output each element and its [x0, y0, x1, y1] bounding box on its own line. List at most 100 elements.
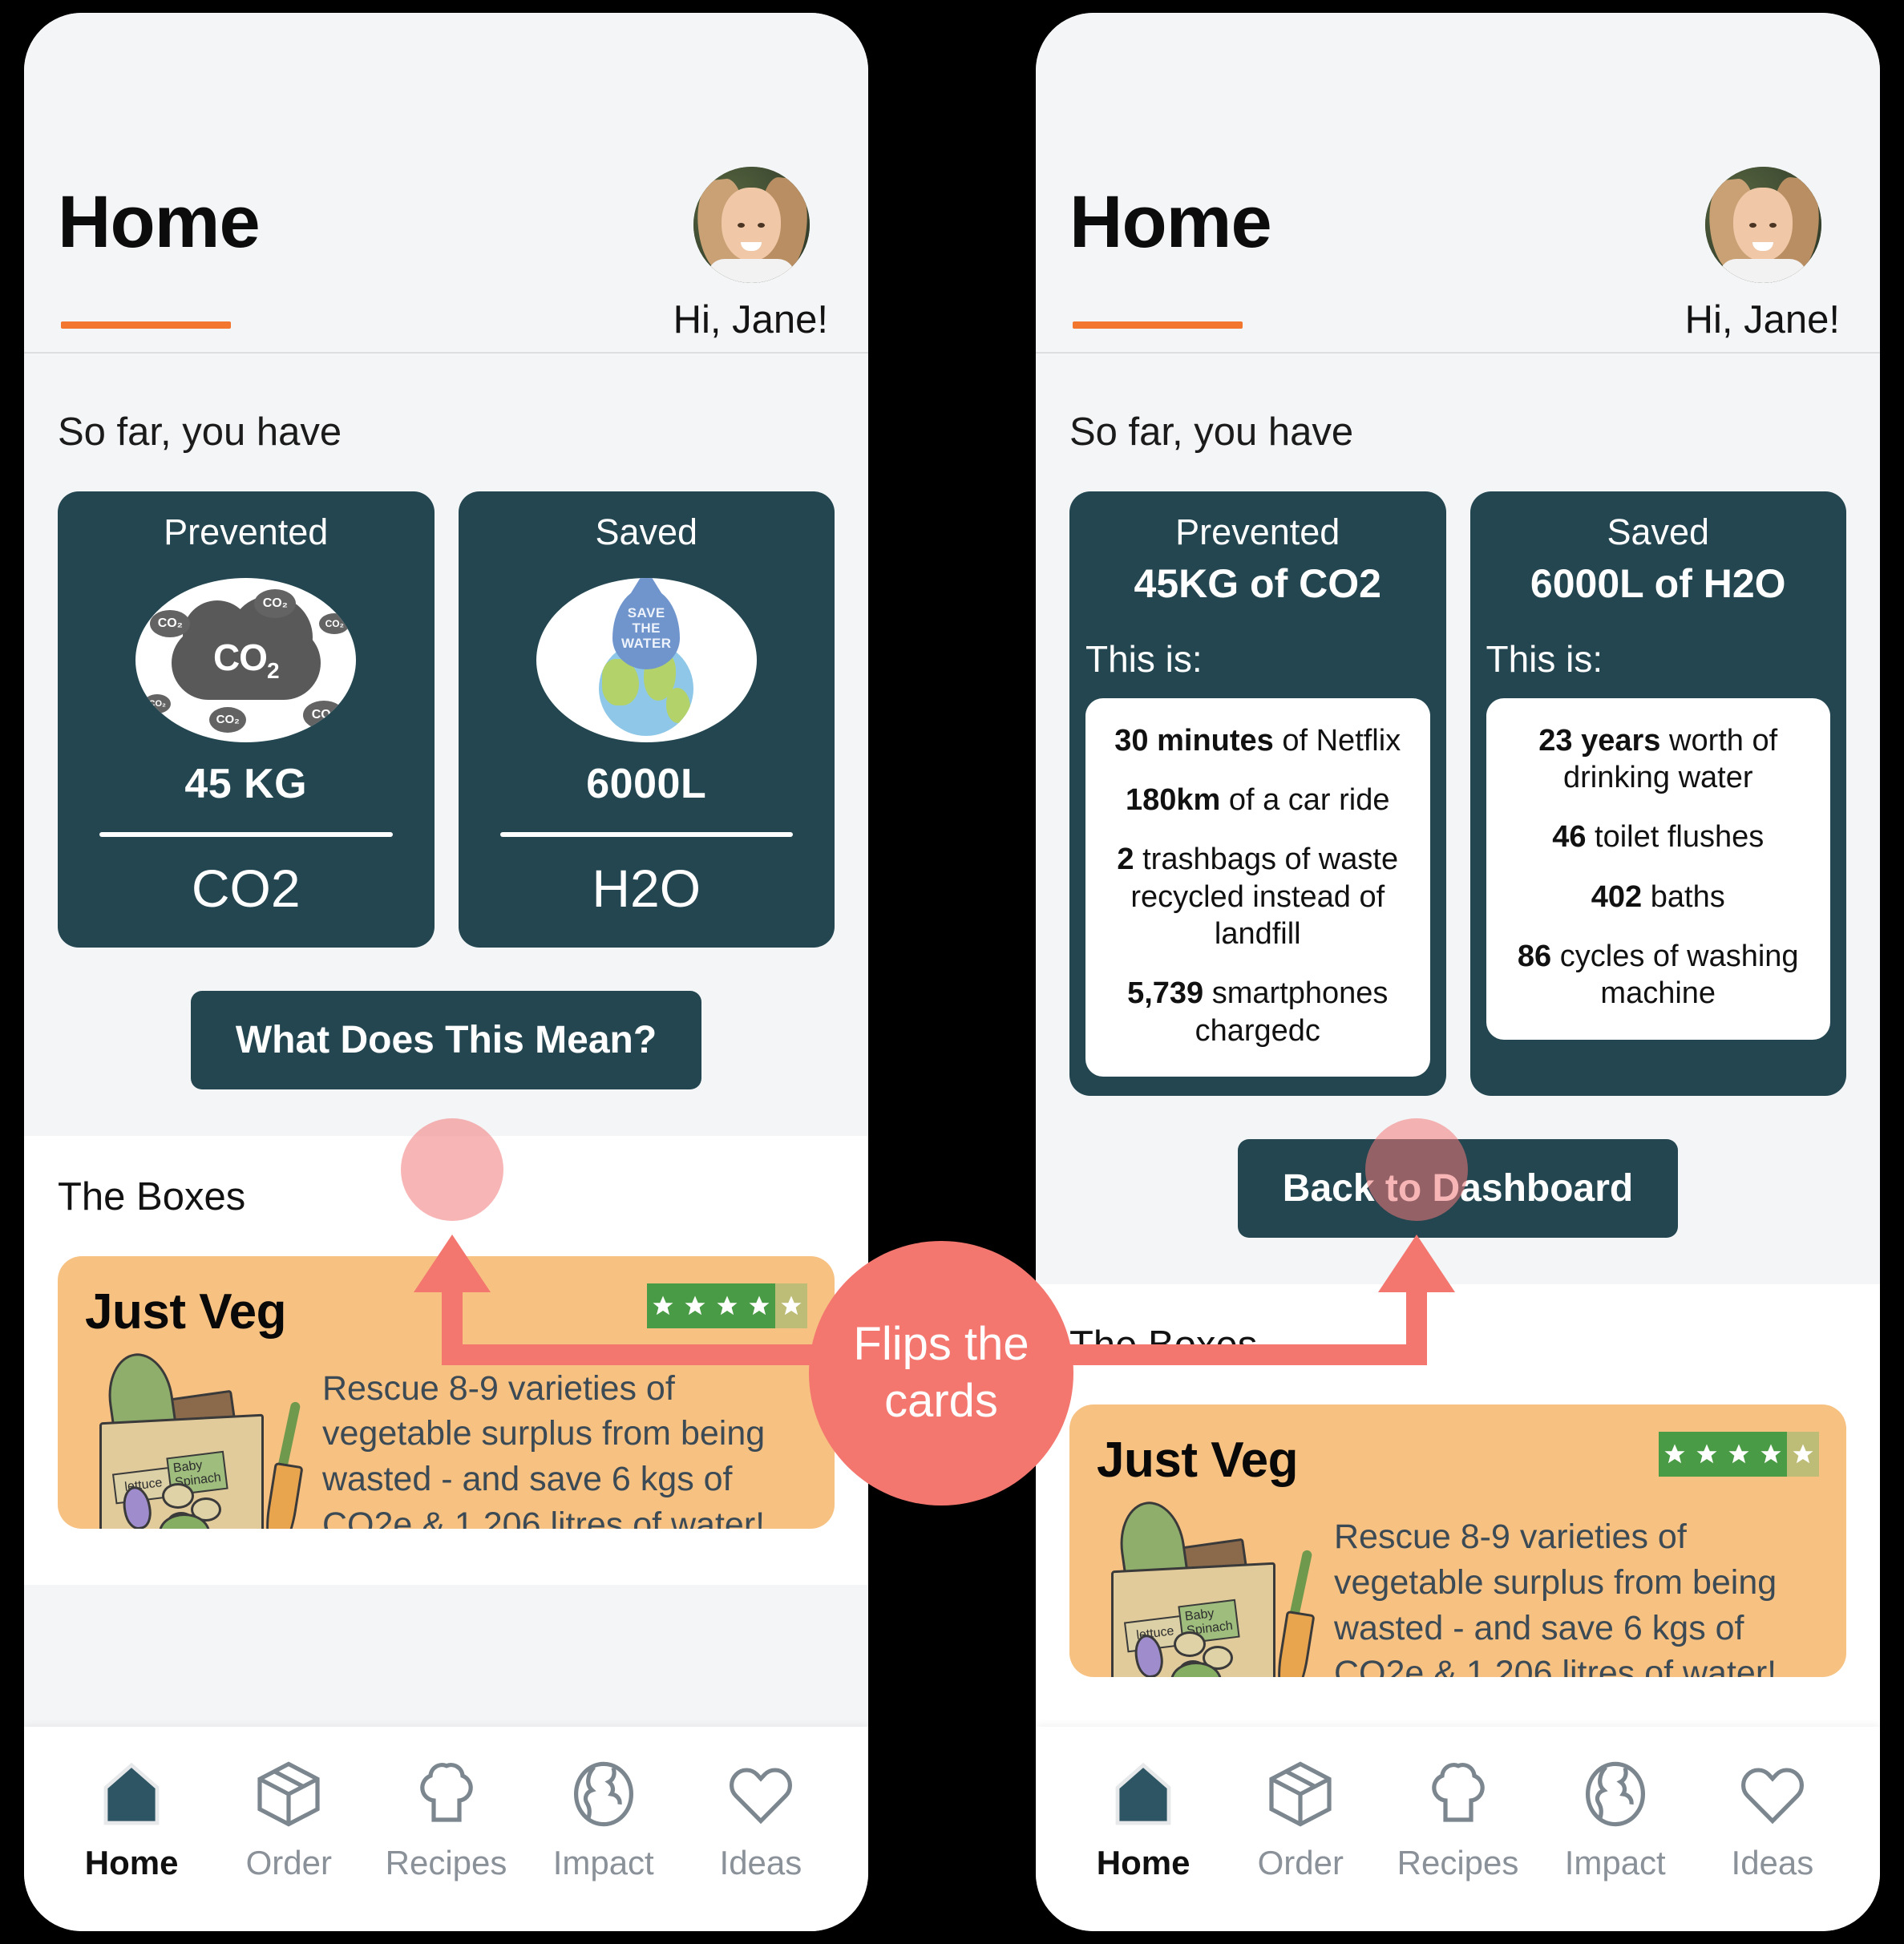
- box-icon: [1222, 1749, 1379, 1839]
- impact-card-h2o-flipped[interactable]: Saved 6000L of H2O This is: 23 years wor…: [1469, 491, 1846, 1097]
- fact-item: 180km of a car ride: [1125, 782, 1390, 817]
- star-icon: [743, 1283, 775, 1328]
- tab-label: Recipes: [385, 1844, 507, 1881]
- impact-card-headline: 45KG of CO2: [1134, 560, 1381, 606]
- title-underline: [1073, 321, 1243, 329]
- veg-bag-illustration: lettuce Baby Spinach: [85, 1348, 304, 1529]
- home-icon: [53, 1749, 210, 1839]
- fact-item: 86 cycles of washing machine: [1517, 939, 1799, 1011]
- title-underline: [61, 321, 231, 329]
- veg-bag-illustration: lettuce Baby Spinach: [1097, 1497, 1316, 1678]
- impact-intro: So far, you have: [58, 410, 342, 454]
- tab-ideas[interactable]: Ideas: [682, 1749, 839, 1882]
- box-icon: [210, 1749, 367, 1839]
- chef-hat-icon: [367, 1749, 524, 1839]
- star-icon: [1659, 1432, 1691, 1477]
- avatar[interactable]: [693, 167, 810, 283]
- impact-card-value: 6000L: [586, 760, 707, 807]
- tab-label: Recipes: [1397, 1844, 1519, 1881]
- boxes-section-title: The Boxes: [58, 1174, 246, 1219]
- fact-list: 23 years worth of drinking water 46 toil…: [1486, 697, 1830, 1040]
- what-does-this-mean-button[interactable]: What Does This Mean?: [190, 990, 702, 1089]
- back-to-dashboard-button[interactable]: Back to Dashboard: [1237, 1139, 1679, 1239]
- impact-section: So far, you have Prevented CO2 CO₂ CO₂ C…: [24, 354, 868, 1136]
- comparison-board: Home Hi, Jane! So far, you have Prevente…: [0, 0, 1904, 1944]
- box-card-description: Rescue 8-9 varieties of vegetable surplu…: [322, 1368, 766, 1529]
- boxes-section: The Boxes Just Veg lettuce Baby Spinach …: [24, 1135, 868, 1585]
- profile-block[interactable]: Hi, Jane!: [1683, 167, 1843, 342]
- greeting-text: Hi, Jane!: [1684, 298, 1840, 342]
- tab-recipes[interactable]: Recipes: [1379, 1749, 1536, 1882]
- profile-block[interactable]: Hi, Jane!: [671, 167, 831, 342]
- impact-card-co2[interactable]: Prevented CO2 CO₂ CO₂ CO₂ CO₂ CO₂ CO₂ 45…: [58, 491, 435, 948]
- app-header: Home Hi, Jane!: [1036, 13, 1880, 354]
- home-icon: [1065, 1749, 1222, 1839]
- impact-card-row: Prevented 45KG of CO2 This is: 30 minute…: [1069, 491, 1846, 1097]
- co2-cloud-label: CO2: [212, 636, 280, 684]
- impact-card-label: H2O: [592, 858, 701, 918]
- tab-label: Impact: [552, 1844, 654, 1881]
- impact-card-kicker: Prevented: [164, 511, 329, 552]
- star-icon: [679, 1283, 711, 1328]
- cta-row: Back to Dashboard: [1069, 1096, 1846, 1285]
- tab-impact[interactable]: Impact: [525, 1749, 682, 1882]
- impact-card-h2o[interactable]: Saved SAVE THE WATER 6000L H2O: [458, 491, 835, 948]
- tab-label: Impact: [1564, 1844, 1666, 1881]
- rating-stars: [1659, 1432, 1819, 1477]
- tab-label: Ideas: [1731, 1844, 1814, 1881]
- fact-item: 5,739 smartphones chargedc: [1127, 976, 1389, 1048]
- greeting-text: Hi, Jane!: [673, 298, 828, 342]
- phone-screen-dashboard-front: Home Hi, Jane! So far, you have Prevente…: [24, 13, 868, 1931]
- tab-home[interactable]: Home: [1065, 1749, 1222, 1882]
- fact-list: 30 minutes of Netflix 180km of a car rid…: [1085, 697, 1430, 1077]
- globe-icon: [525, 1749, 682, 1839]
- star-icon: [647, 1283, 679, 1328]
- tab-home[interactable]: Home: [53, 1749, 210, 1882]
- fact-item: 23 years worth of drinking water: [1538, 723, 1778, 794]
- impact-card-divider: [499, 831, 793, 837]
- star-icon: [711, 1283, 743, 1328]
- fact-item: 30 minutes of Netflix: [1114, 723, 1401, 758]
- rating-stars: [647, 1283, 807, 1328]
- impact-intro: So far, you have: [1069, 410, 1354, 454]
- boxes-section-title: The Boxes: [1069, 1324, 1258, 1368]
- impact-card-co2-flipped[interactable]: Prevented 45KG of CO2 This is: 30 minute…: [1069, 491, 1446, 1097]
- box-card-description: Rescue 8-9 varieties of vegetable surplu…: [1334, 1518, 1777, 1678]
- fact-item: 2 trashbags of waste recycled instead of…: [1117, 843, 1399, 951]
- page-title: Home: [58, 181, 261, 263]
- impact-card-value: 45 KG: [184, 760, 308, 807]
- impact-card-row: Prevented CO2 CO₂ CO₂ CO₂ CO₂ CO₂ CO₂ 45…: [58, 491, 835, 948]
- star-icon-empty: [775, 1283, 807, 1328]
- chef-hat-icon: [1379, 1749, 1536, 1839]
- heart-icon: [1694, 1749, 1851, 1839]
- impact-card-headline: 6000L of H2O: [1530, 560, 1786, 606]
- tab-order[interactable]: Order: [210, 1749, 367, 1882]
- bottom-tab-bar: Home Order Recipes Impact Ideas: [24, 1727, 868, 1931]
- box-card-just-veg[interactable]: Just Veg lettuce Baby Spinach Rescue 8-9…: [1069, 1404, 1846, 1678]
- star-icon-empty: [1787, 1432, 1819, 1477]
- tab-ideas[interactable]: Ideas: [1694, 1749, 1851, 1882]
- tab-label: Ideas: [719, 1844, 802, 1881]
- tab-label: Order: [245, 1844, 332, 1881]
- tab-impact[interactable]: Impact: [1537, 1749, 1694, 1882]
- impact-card-kicker: Saved: [595, 511, 698, 552]
- box-card-name: Just Veg: [85, 1283, 287, 1340]
- app-header: Home Hi, Jane!: [24, 13, 868, 354]
- fact-item: 46 toilet flushes: [1552, 820, 1765, 855]
- impact-card-divider: [99, 831, 393, 837]
- star-icon: [1723, 1432, 1755, 1477]
- box-card-name: Just Veg: [1097, 1433, 1299, 1489]
- tab-order[interactable]: Order: [1222, 1749, 1379, 1882]
- globe-icon: [1537, 1749, 1694, 1839]
- avatar[interactable]: [1704, 167, 1821, 283]
- tab-label: Order: [1257, 1844, 1344, 1881]
- star-icon: [1755, 1432, 1787, 1477]
- cta-row: What Does This Mean?: [58, 947, 835, 1136]
- bottom-tab-bar: Home Order Recipes Impact Ideas: [1036, 1727, 1880, 1931]
- tab-recipes[interactable]: Recipes: [367, 1749, 524, 1882]
- star-icon: [1691, 1432, 1723, 1477]
- box-card-just-veg[interactable]: Just Veg lettuce Baby Spinach Rescue 8-9…: [58, 1255, 835, 1529]
- tab-label: Home: [1096, 1844, 1191, 1881]
- impact-card-kicker: Prevented: [1175, 511, 1340, 552]
- impact-card-thisis: This is:: [1085, 637, 1203, 680]
